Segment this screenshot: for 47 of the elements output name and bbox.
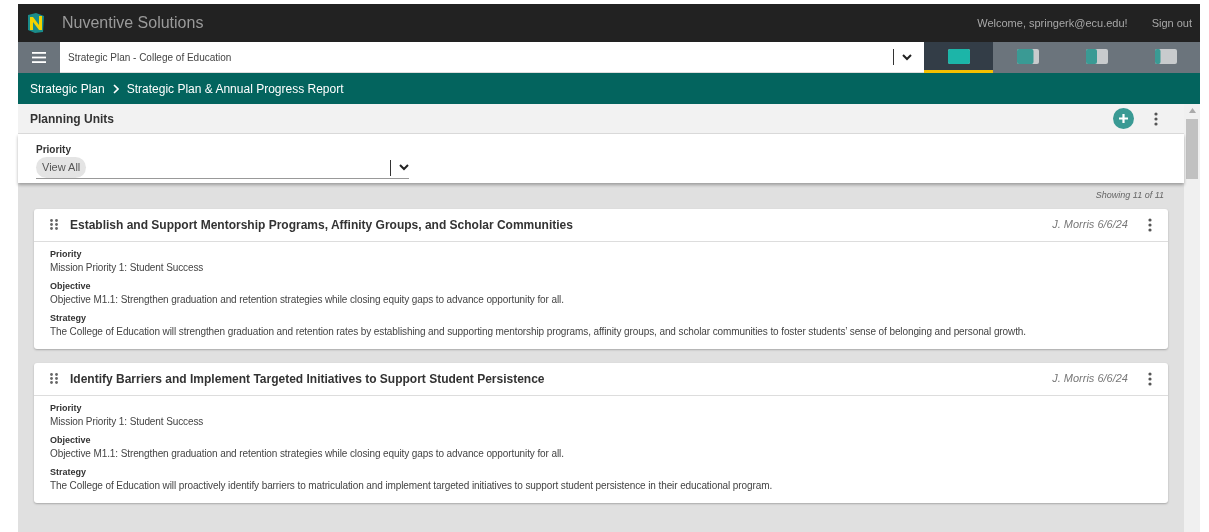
welcome-text: Welcome, springerk@ecu.edu!: [977, 15, 1128, 31]
chevron-down-icon: [902, 53, 912, 61]
logo-icon: [26, 12, 46, 34]
app-name: Nuventive Solutions: [62, 13, 204, 33]
add-button[interactable]: [1113, 108, 1134, 129]
layout-icon: [947, 48, 970, 64]
drag-handle-icon[interactable]: [50, 373, 58, 384]
field-value: Objective M1.1: Strengthen graduation and retention strategies while closing equity gaps to advance opportunity for all.: [50, 446, 565, 461]
layout-icon: [1154, 48, 1177, 64]
field-value: Mission Priority 1: Student Success: [50, 414, 205, 429]
sign-out-link[interactable]: Sign out: [1151, 14, 1192, 32]
field-label: Priority: [50, 247, 83, 261]
view-tab[interactable]: [924, 42, 993, 73]
breadcrumb-current: Strategic Plan & Annual Progress Report: [126, 80, 344, 98]
chevron-right-icon: [112, 83, 119, 94]
field-label: Priority: [50, 401, 83, 415]
layout-icon: [1085, 48, 1108, 64]
card-title[interactable]: Identify Barriers and Implement Targeted Initiatives to Support Student Persistence: [70, 369, 1053, 388]
author-date: J. Morris 6/6/24: [1052, 217, 1128, 233]
field-value: The College of Education will proactively identify barriers to matriculation and implement targeted initiatives to support student persistence in their educational program.: [50, 478, 774, 493]
view-tab[interactable]: [993, 42, 1062, 73]
view-tab[interactable]: [1131, 42, 1200, 73]
section-title: Planning Units: [30, 110, 115, 128]
menu-icon: [32, 52, 46, 63]
more-icon[interactable]: [1154, 111, 1158, 126]
more-icon[interactable]: [1148, 371, 1152, 386]
more-icon[interactable]: [1148, 217, 1152, 232]
field-value: Objective M1.1: Strengthen graduation and retention strategies while closing equity gaps to advance opportunity for all.: [50, 292, 565, 307]
layout-icon: [1016, 48, 1039, 64]
card-title[interactable]: Establish and Support Mentorship Programs, Affinity Groups, and Scholar Communities: [70, 215, 1053, 234]
chevron-down-icon: [399, 164, 409, 171]
field-label: Strategy: [50, 465, 87, 479]
field-label: Objective: [50, 279, 92, 293]
drag-handle-icon[interactable]: [50, 219, 58, 230]
field-value: The College of Education will strengthen graduation and retention rates by establishing and supporting mentorship programs, affinity groups, and scholar communities to foster students’ sense of belonging and personal growth.: [50, 324, 1027, 339]
scrollbar[interactable]: [1184, 104, 1200, 532]
field-value: Mission Priority 1: Student Success: [50, 260, 205, 275]
scroll-thumb[interactable]: [1186, 119, 1198, 179]
breadcrumb-link[interactable]: Strategic Plan: [30, 79, 105, 98]
results-count: Showing 11 of 11: [1095, 189, 1164, 202]
plus-icon: [1118, 113, 1129, 124]
field-label: Objective: [50, 433, 92, 447]
field-label: Strategy: [50, 311, 87, 325]
filter-label: Priority: [36, 143, 72, 157]
menu-button[interactable]: [18, 42, 60, 73]
author-date: J. Morris 6/6/24: [1052, 371, 1128, 387]
priority-select[interactable]: View All: [36, 157, 409, 179]
